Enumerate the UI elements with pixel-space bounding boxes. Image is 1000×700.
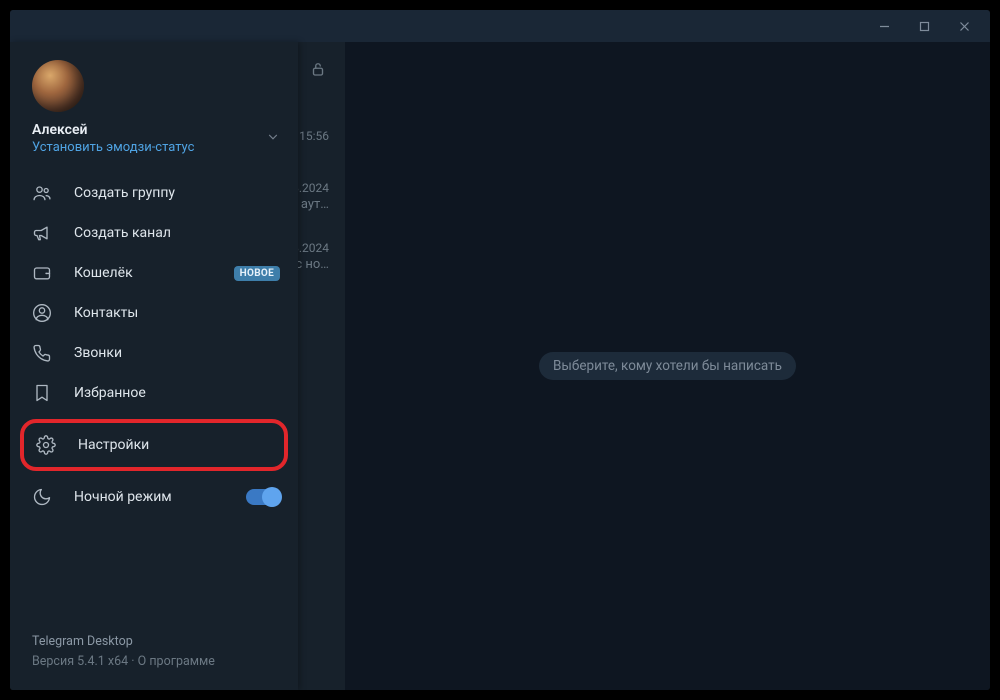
main-area: Выберите, кому хотели бы написать xyxy=(345,42,990,690)
menu-settings[interactable]: Настройки xyxy=(24,423,284,467)
app-name: Telegram Desktop xyxy=(32,632,276,652)
gear-icon xyxy=(36,435,56,455)
menu-label: Создать канал xyxy=(74,225,171,241)
menu-calls[interactable]: Звонки xyxy=(10,333,298,373)
menu-wallet[interactable]: Кошелёк НОВОЕ xyxy=(10,253,298,293)
menu-saved[interactable]: Избранное xyxy=(10,373,298,413)
app-window: ✓✓15:56 0.08.2024 ой аут… 0.08.2024 рос … xyxy=(10,10,990,690)
profile-section: Алексей Установить эмодзи-статус xyxy=(10,42,298,165)
empty-placeholder: Выберите, кому хотели бы написать xyxy=(539,352,796,380)
menu-label: Контакты xyxy=(74,305,138,321)
moon-icon xyxy=(32,487,52,507)
menu-label: Настройки xyxy=(78,437,149,453)
wallet-icon xyxy=(32,263,52,283)
maximize-button[interactable] xyxy=(904,12,944,40)
app-version[interactable]: Версия 5.4.1 x64 · О программе xyxy=(32,652,276,672)
minimize-button[interactable] xyxy=(864,12,904,40)
contacts-icon xyxy=(32,303,52,323)
megaphone-icon xyxy=(32,223,52,243)
menu-new-channel[interactable]: Создать канал xyxy=(10,213,298,253)
night-mode-toggle[interactable] xyxy=(246,489,280,505)
menu-list: Создать группу Создать канал Кошелёк НОВ… xyxy=(10,165,298,618)
avatar[interactable] xyxy=(32,60,84,112)
chevron-down-icon[interactable] xyxy=(266,129,280,148)
menu-label: Создать группу xyxy=(74,185,175,201)
set-emoji-status-link[interactable]: Установить эмодзи-статус xyxy=(32,140,194,155)
titlebar xyxy=(10,10,990,42)
main-menu-drawer: Алексей Установить эмодзи-статус Создать… xyxy=(10,42,298,690)
app-body: ✓✓15:56 0.08.2024 ой аут… 0.08.2024 рос … xyxy=(10,42,990,690)
menu-contacts[interactable]: Контакты xyxy=(10,293,298,333)
menu-new-group[interactable]: Создать группу xyxy=(10,173,298,213)
phone-icon xyxy=(32,343,52,363)
settings-highlight: Настройки xyxy=(20,419,288,471)
drawer-footer: Telegram Desktop Версия 5.4.1 x64 · О пр… xyxy=(10,618,298,690)
chat-time: 15:56 xyxy=(299,129,329,143)
passcode-lock-icon[interactable] xyxy=(309,60,327,78)
close-button[interactable] xyxy=(944,12,984,40)
menu-label: Ночной режим xyxy=(74,489,172,505)
profile-name: Алексей xyxy=(32,122,194,138)
menu-night-mode[interactable]: Ночной режим xyxy=(10,477,298,517)
group-icon xyxy=(32,183,52,203)
menu-label: Избранное xyxy=(74,385,146,401)
menu-label: Кошелёк xyxy=(74,265,133,281)
menu-label: Звонки xyxy=(74,345,122,361)
bookmark-icon xyxy=(32,383,52,403)
new-badge: НОВОЕ xyxy=(234,266,280,281)
